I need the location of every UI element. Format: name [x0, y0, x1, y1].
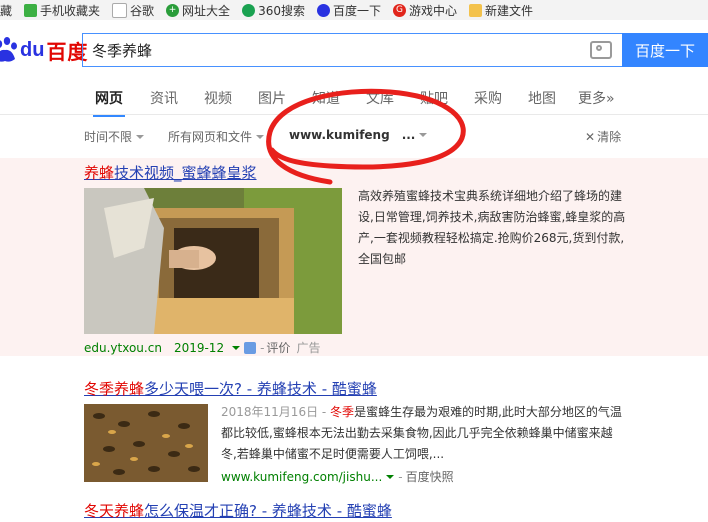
tab-web[interactable]: 网页 [93, 88, 125, 117]
bookmark-item[interactable]: 新建文件 [469, 2, 533, 19]
tab-more[interactable]: 更多» [578, 88, 615, 108]
time-filter[interactable]: 时间不限 [84, 128, 145, 145]
360-icon [242, 3, 256, 17]
search-query: 冬季养蜂 [92, 41, 153, 60]
tab-wenku[interactable]: 文库 [366, 88, 394, 108]
bookmark-item[interactable]: 百度一下 [316, 2, 381, 19]
snapshot-link[interactable]: 百度快照 [406, 468, 454, 485]
chevron-down-icon[interactable] [386, 474, 395, 479]
chevron-down-icon [136, 134, 145, 139]
bookmark-item[interactable]: 谷歌 [112, 2, 154, 19]
baidu-paw-icon [316, 3, 330, 17]
tab-video[interactable]: 视频 [204, 88, 232, 108]
bookmark-item[interactable]: 手机收藏夹 [24, 2, 100, 19]
chevron-down-icon [419, 133, 428, 137]
tab-news[interactable]: 资讯 [150, 88, 178, 108]
tab-map[interactable]: 地图 [528, 88, 556, 108]
search-filters: 时间不限 所有网页和文件 www.kumifeng ... ✕ 清除 [0, 120, 708, 152]
bookmark-item[interactable]: 藏 [0, 2, 12, 19]
bookmarks-bar: 藏 手机收藏夹 谷歌 + 网址大全 360搜索 百度一下 G 游戏中心 新建文件 [0, 0, 708, 21]
beehive-thumbnail[interactable] [84, 188, 342, 334]
result-url[interactable]: edu.ytxou.cn 2019-12 - 评价 广告 [84, 339, 320, 356]
plus-icon: + [166, 3, 180, 17]
clear-filter[interactable]: ✕ 清除 [585, 128, 621, 145]
logo-du: du [20, 38, 45, 61]
bookmark-item[interactable]: G 游戏中心 [392, 2, 457, 19]
tab-zhidao[interactable]: 知道 [312, 88, 340, 108]
result-title[interactable]: 养蜂技术视频_蜜蜂蜂皇浆 [84, 162, 257, 183]
review-link[interactable]: 评价 [266, 339, 290, 356]
ad-result: 养蜂技术视频_蜜蜂蜂皇浆 高效养殖蜜蜂技术宝典系统详细地介绍了蜂场的建设,日常管… [0, 158, 708, 356]
search-header: du 百度 冬季养蜂 百度一下 [0, 20, 708, 82]
ad-label: 广告 [296, 341, 321, 355]
folder-icon [469, 3, 482, 17]
baidu-paw-icon [0, 37, 17, 62]
bookmark-item[interactable]: 360搜索 [242, 2, 305, 19]
game-icon: G [392, 3, 406, 17]
chevron-down-icon [256, 134, 265, 139]
chevron-down-icon[interactable] [232, 345, 241, 350]
result-title[interactable]: 冬季养蜂多少天喂一次? - 养蜂技术 - 酷蜜蜂 [84, 378, 377, 399]
tab-tieba[interactable]: 贴吧 [420, 88, 448, 108]
result-description: 2018年11月16日 - 冬季是蜜蜂生存最为艰难的时期,此时大部分地区的气温都… [221, 405, 622, 461]
result-title[interactable]: 冬天养蜂怎么保温才正确? - 养蜂技术 - 酷蜜蜂 [84, 500, 392, 521]
result-description: 高效养殖蜜蜂技术宝典系统详细地介绍了蜂场的建设,日常管理,饲养技术,病敌害防治蜂… [358, 189, 626, 266]
bookmark-item[interactable]: + 网址大全 [166, 2, 230, 19]
close-icon: ✕ [585, 129, 596, 144]
site-filter[interactable]: www.kumifeng ... [289, 128, 428, 142]
verified-icon [244, 341, 257, 354]
tab-images[interactable]: 图片 [258, 88, 286, 108]
result-url[interactable]: www.kumifeng.com/jishu... - 百度快照 [221, 468, 454, 485]
bees-thumbnail[interactable] [84, 404, 208, 482]
search-result: 冬季养蜂多少天喂一次? - 养蜂技术 - 酷蜜蜂 2018年11月16日 - 冬… [0, 378, 708, 488]
page-icon [112, 2, 128, 18]
phone-icon [24, 3, 38, 17]
type-filter[interactable]: 所有网页和文件 [168, 128, 265, 145]
camera-icon[interactable] [590, 41, 612, 59]
search-result: 冬天养蜂怎么保温才正确? - 养蜂技术 - 酷蜜蜂 [0, 500, 708, 522]
baidu-logo[interactable]: du 百度 [0, 30, 88, 70]
search-button[interactable]: 百度一下 [622, 33, 708, 67]
search-input[interactable]: 冬季养蜂 [82, 33, 622, 67]
search-tabs: 网页 资讯 视频 图片 知道 文库 贴吧 采购 地图 更多» [0, 82, 708, 117]
tab-purchase[interactable]: 采购 [474, 88, 502, 108]
